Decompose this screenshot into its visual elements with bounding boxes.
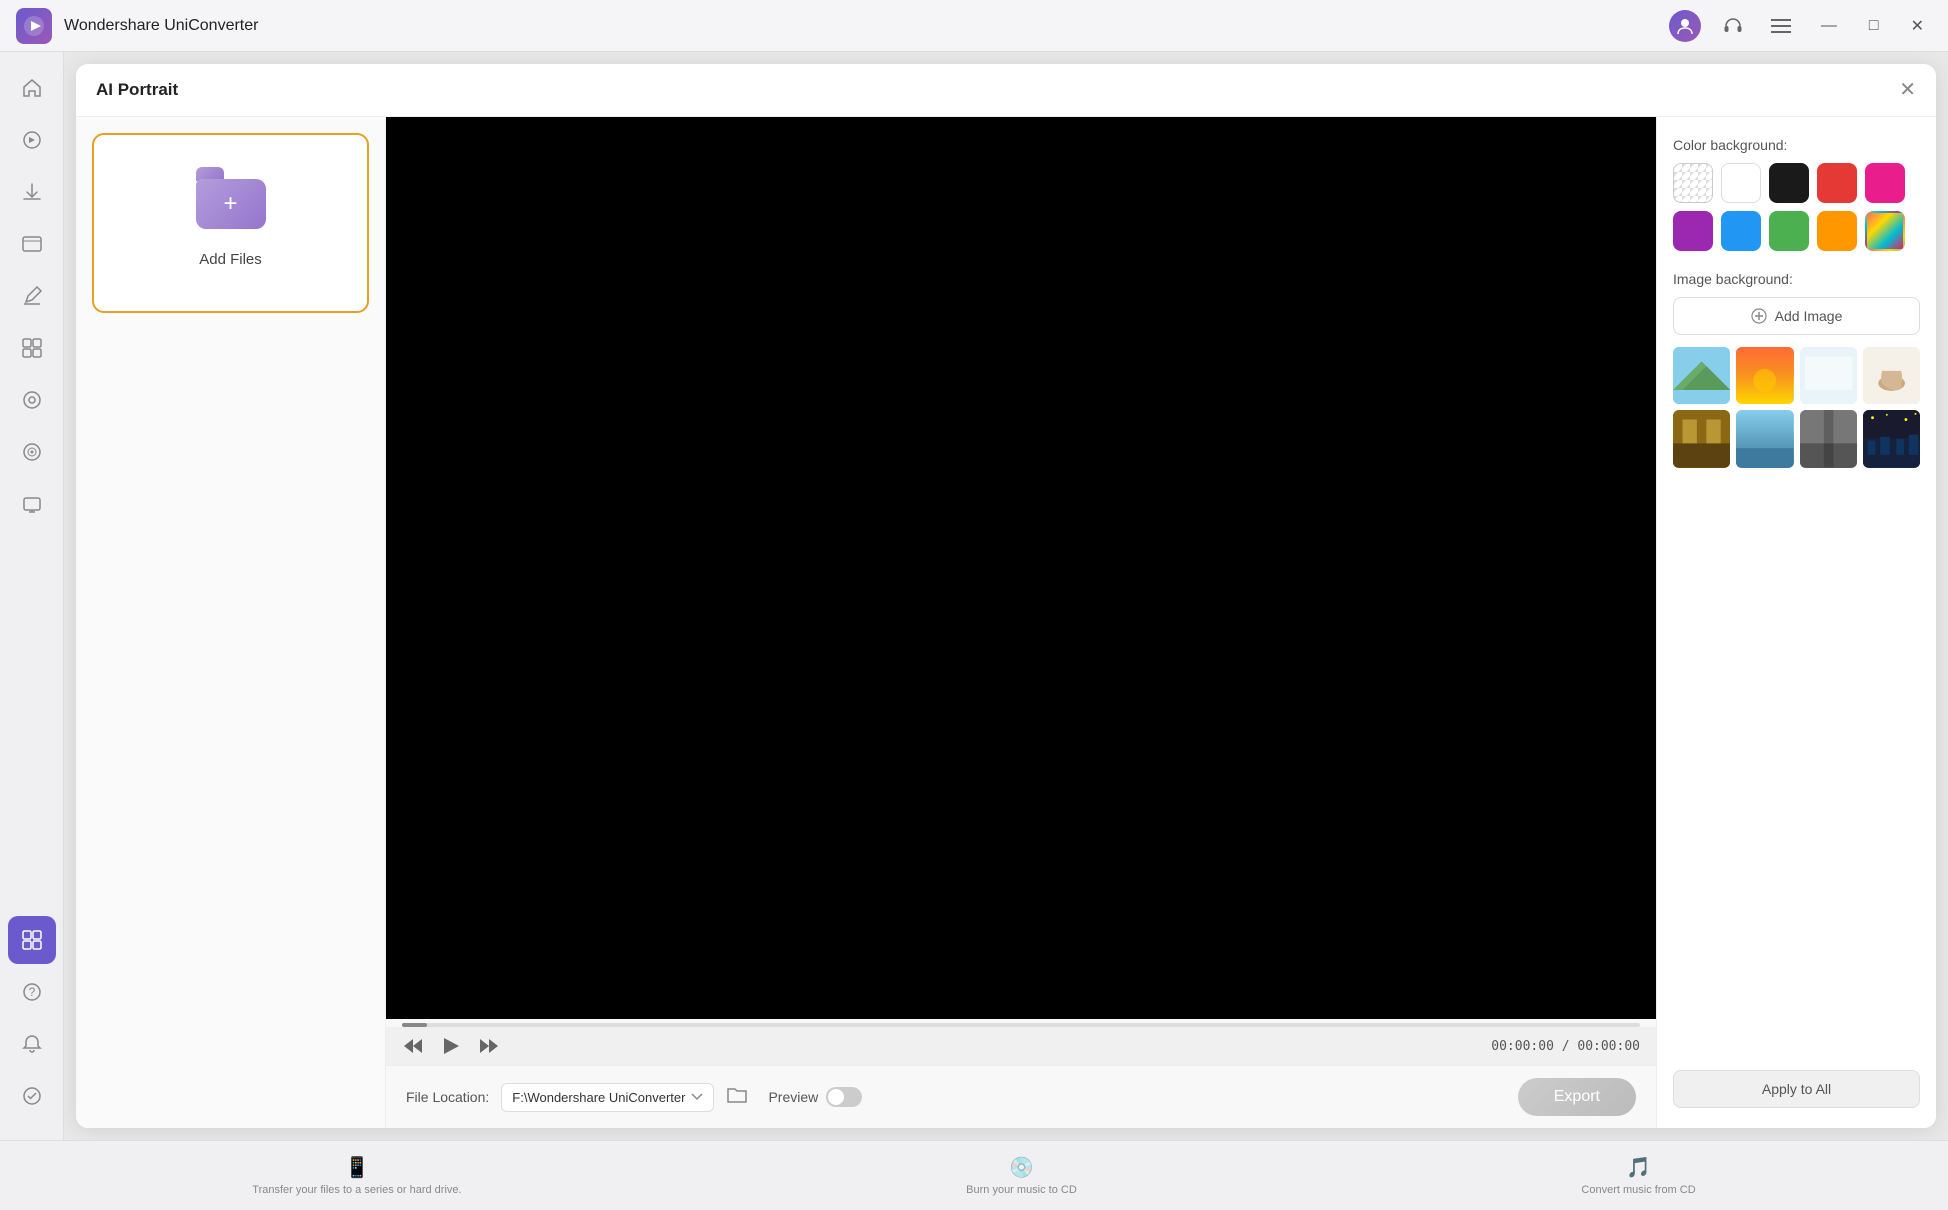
- transfer-icon: 📱: [344, 1155, 369, 1180]
- color-swatch-purple[interactable]: [1673, 211, 1713, 251]
- file-location-select[interactable]: F:\Wondershare UniConverter: [501, 1083, 714, 1112]
- sidebar-item-home[interactable]: [8, 64, 56, 112]
- minimize-button[interactable]: —: [1813, 13, 1845, 39]
- sidebar-item-broadcast[interactable]: [8, 480, 56, 528]
- add-files-label: Add Files: [199, 251, 262, 268]
- video-controls: 00:00:00 / 00:00:00: [386, 1027, 1656, 1065]
- bg-image-interior[interactable]: [1673, 410, 1730, 467]
- bg-image-mountain[interactable]: [1673, 347, 1730, 404]
- bg-image-night[interactable]: [1863, 410, 1920, 467]
- sidebar-item-help[interactable]: ?: [8, 968, 56, 1016]
- color-swatch-red[interactable]: [1817, 163, 1857, 203]
- preview-area: 00:00:00 / 00:00:00 File Location: F:\Wo…: [386, 117, 1656, 1128]
- sidebar-item-download[interactable]: [8, 168, 56, 216]
- app-title: Wondershare UniConverter: [64, 17, 258, 35]
- bg-image-bright[interactable]: [1800, 347, 1857, 404]
- preview-toggle: Preview: [768, 1087, 862, 1107]
- bg-image-grid: [1673, 347, 1920, 468]
- bg-image-sunset[interactable]: [1736, 347, 1793, 404]
- apply-to-all-button[interactable]: Apply to All: [1673, 1070, 1920, 1108]
- image-background-section: Image background: Add Image: [1673, 271, 1920, 468]
- user-button[interactable]: [1669, 10, 1701, 42]
- folder-body: +: [196, 179, 266, 229]
- color-swatch-orange[interactable]: [1817, 211, 1857, 251]
- menu-button[interactable]: [1765, 10, 1797, 42]
- bottom-bar: File Location: F:\Wondershare UniConvert…: [386, 1065, 1656, 1128]
- sidebar-bottom: ?: [8, 968, 56, 1128]
- forward-button[interactable]: [478, 1035, 500, 1057]
- folder-plus-icon: +: [223, 190, 237, 218]
- ai-portrait-dialog: AI Portrait ✕ + Add Files: [76, 64, 1936, 1128]
- color-swatch-gradient[interactable]: [1865, 211, 1905, 251]
- headset-button[interactable]: [1717, 10, 1749, 42]
- maximize-button[interactable]: □: [1861, 13, 1887, 39]
- sidebar-item-dvd[interactable]: [8, 220, 56, 268]
- sidebar-item-notifications[interactable]: [8, 1020, 56, 1068]
- right-panel: Color background:: [1656, 117, 1936, 1128]
- controls-row: [386, 1019, 1656, 1027]
- burn-icon: 💿: [1009, 1155, 1034, 1180]
- app-bottom-bar: 📱 Transfer your files to a series or har…: [0, 1140, 1948, 1210]
- add-image-button[interactable]: Add Image: [1673, 297, 1920, 335]
- video-canvas: [386, 117, 1656, 1019]
- sidebar-item-toolbox[interactable]: [8, 324, 56, 372]
- titlebar-controls: — □ ✕: [1669, 10, 1932, 42]
- color-swatch-transparent[interactable]: [1673, 163, 1713, 203]
- add-files-icon-wrapper: +: [196, 179, 266, 239]
- file-location-value: F:\Wondershare UniConverter: [512, 1090, 685, 1105]
- app-icon: [16, 8, 52, 44]
- bottom-feature-convert-label: Convert music from CD: [1581, 1184, 1695, 1196]
- bottom-feature-burn: 💿 Burn your music to CD: [942, 1155, 1101, 1196]
- add-image-label: Add Image: [1775, 308, 1843, 324]
- bg-image-street[interactable]: [1800, 410, 1857, 467]
- bg-image-cup[interactable]: [1863, 347, 1920, 404]
- color-swatch-pink[interactable]: [1865, 163, 1905, 203]
- export-button[interactable]: Export: [1518, 1078, 1636, 1116]
- color-background-section: Color background:: [1673, 137, 1920, 251]
- sidebar-item-convert[interactable]: [8, 116, 56, 164]
- color-swatch-blue[interactable]: [1721, 211, 1761, 251]
- preview-label: Preview: [768, 1089, 818, 1105]
- bottom-feature-transfer: 📱 Transfer your files to a series or har…: [228, 1155, 485, 1196]
- color-grid: [1673, 163, 1920, 251]
- bottom-feature-burn-label: Burn your music to CD: [966, 1184, 1077, 1196]
- color-swatch-white[interactable]: [1721, 163, 1761, 203]
- bottom-feature-convert-music: 🎵 Convert music from CD: [1557, 1155, 1719, 1196]
- dialog-body: + Add Files: [76, 117, 1936, 1128]
- main-area: ? AI Portrait ✕: [0, 52, 1948, 1140]
- music-icon: 🎵: [1626, 1155, 1651, 1180]
- dialog-header: AI Portrait ✕: [76, 64, 1936, 117]
- sidebar-item-edit[interactable]: [8, 272, 56, 320]
- dialog-title: AI Portrait: [96, 80, 178, 100]
- color-background-label: Color background:: [1673, 137, 1920, 153]
- bg-image-window[interactable]: [1736, 410, 1793, 467]
- sidebar-item-screen-recorder[interactable]: [8, 376, 56, 424]
- rewind-button[interactable]: [402, 1035, 424, 1057]
- titlebar-left: Wondershare UniConverter: [16, 8, 258, 44]
- sidebar-item-activity[interactable]: [8, 1072, 56, 1120]
- folder-browse-button[interactable]: [726, 1084, 748, 1110]
- image-background-label: Image background:: [1673, 271, 1920, 287]
- sidebar: ?: [0, 52, 64, 1140]
- play-button[interactable]: [440, 1035, 462, 1057]
- titlebar: Wondershare UniConverter — □ ✕: [0, 0, 1948, 52]
- file-location-label: File Location:: [406, 1089, 489, 1105]
- bottom-feature-transfer-label: Transfer your files to a series or hard …: [252, 1184, 461, 1196]
- sidebar-item-vr[interactable]: [8, 428, 56, 476]
- color-swatch-green[interactable]: [1769, 211, 1809, 251]
- dialog-close-button[interactable]: ✕: [1899, 80, 1916, 100]
- file-panel: + Add Files: [76, 117, 386, 1128]
- window-close-button[interactable]: ✕: [1903, 12, 1932, 40]
- time-display: 00:00:00 / 00:00:00: [1491, 1039, 1640, 1054]
- sidebar-item-tools[interactable]: [8, 916, 56, 964]
- add-files-card[interactable]: + Add Files: [92, 133, 369, 313]
- preview-toggle-switch[interactable]: [826, 1087, 862, 1107]
- color-swatch-black[interactable]: [1769, 163, 1809, 203]
- svg-text:?: ?: [28, 985, 35, 999]
